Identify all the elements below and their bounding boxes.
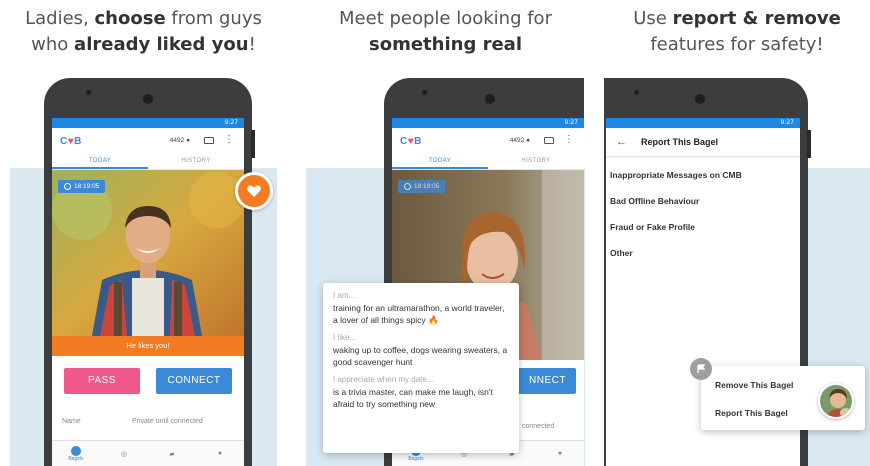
beans-count[interactable]: 4492 ● <box>510 137 530 144</box>
countdown-timer: 18:19:05 <box>398 180 446 193</box>
report-option[interactable]: Bad Offline Behaviour <box>606 188 800 214</box>
more-menu-icon[interactable]: ⋮ <box>564 135 574 145</box>
remove-bagel-option[interactable]: Remove This Bagel <box>715 380 793 390</box>
mail-icon[interactable] <box>204 137 214 144</box>
back-arrow-icon[interactable]: ← <box>616 136 627 148</box>
avatar[interactable] <box>818 383 854 419</box>
speaker <box>485 94 495 104</box>
flag-icon <box>697 364 706 373</box>
speaker <box>695 94 705 104</box>
bio-answer: waking up to coffee, dogs wearing sweate… <box>333 345 508 367</box>
camera <box>634 90 639 95</box>
camera <box>86 90 91 95</box>
status-time: 9:27 <box>224 119 238 126</box>
bio-question: I like... <box>333 333 357 342</box>
more-menu-icon[interactable]: ⋮ <box>224 135 234 145</box>
caption-text: Use <box>633 8 673 29</box>
tab-today[interactable]: TODAY <box>52 154 148 169</box>
speaker <box>143 94 153 104</box>
report-options-list: Inappropriate Messages on CMB Bad Offlin… <box>606 156 800 266</box>
nav-profile-icon[interactable]: ● <box>211 450 229 457</box>
caption-text: Ladies, <box>25 8 95 29</box>
status-time: 9:27 <box>564 119 578 126</box>
report-option[interactable]: Other <box>606 240 800 266</box>
panel2-caption: Meet people looking for something real <box>306 6 585 58</box>
cmb-logo[interactable]: C♥B <box>400 136 422 147</box>
heart-icon <box>247 185 261 197</box>
tab-today[interactable]: TODAY <box>392 154 488 169</box>
pass-button[interactable]: PASS <box>64 368 140 394</box>
nav-profile-icon[interactable]: ● <box>551 450 569 457</box>
bio-question: I appreciate when my date... <box>333 375 434 384</box>
app-bar: C♥B 4492 ● ⋮ <box>392 128 584 154</box>
name-label: Name <box>62 418 81 425</box>
bagel-icon <box>71 445 81 456</box>
nav-bagels[interactable]: Bagels <box>67 445 85 462</box>
like-fab-button[interactable] <box>235 172 273 210</box>
caption-bold: report & remove <box>672 8 841 29</box>
caption-text: who <box>31 34 75 55</box>
report-header: ← Report This Bagel <box>606 128 800 156</box>
clock-icon <box>64 183 71 190</box>
man-photo-illustration <box>52 170 244 336</box>
bio-answer: training for an ultramarathon, a world t… <box>333 303 505 325</box>
status-bar: 9:27 <box>606 118 800 128</box>
tab-bar: TODAY HISTORY <box>52 154 244 170</box>
caption-bold: already liked you <box>74 34 249 55</box>
phone-screen-1: 9:27 C♥B 4492 ● ⋮ TODAY HISTORY 18:19:05… <box>52 118 244 466</box>
bio-answer: is a trivia master, can make me laugh, i… <box>333 387 493 409</box>
tab-bar: TODAY HISTORY <box>392 154 584 170</box>
phone-frame-1: 9:27 C♥B 4492 ● ⋮ TODAY HISTORY 18:19:05… <box>44 78 255 466</box>
bio-question: I am... <box>333 291 356 300</box>
clock-icon <box>404 183 411 190</box>
panel3-caption: Use report & remove features for safety! <box>604 6 870 58</box>
cmb-logo[interactable]: C♥B <box>60 136 82 147</box>
status-bar: 9:27 <box>52 118 244 128</box>
tab-history[interactable]: HISTORY <box>148 154 244 169</box>
flag-button[interactable] <box>690 358 712 380</box>
side-button <box>251 130 255 158</box>
caption-bold: something real <box>369 34 522 55</box>
caption-text: Meet people looking for <box>339 8 552 29</box>
caption-text: from guys <box>165 8 262 29</box>
report-option[interactable]: Inappropriate Messages on CMB <box>606 162 800 188</box>
camera <box>422 90 427 95</box>
status-time: 9:27 <box>780 119 794 126</box>
report-title: Report This Bagel <box>641 137 719 147</box>
panel1-caption: Ladies, choose from guys who already lik… <box>10 6 277 58</box>
report-option[interactable]: Fraud or Fake Profile <box>606 214 800 240</box>
caption-text: ! <box>248 34 256 55</box>
caption-bold: choose <box>94 8 166 29</box>
connect-button[interactable]: CONNECT <box>156 368 232 394</box>
he-likes-you-banner: He likes you! <box>52 336 244 356</box>
profile-photo-man[interactable]: 18:19:05 <box>52 170 244 336</box>
tab-history[interactable]: HISTORY <box>488 154 584 169</box>
countdown-timer: 18:19:05 <box>58 180 106 193</box>
status-bar: 9:27 <box>392 118 584 128</box>
report-bagel-option[interactable]: Report This Bagel <box>715 408 788 418</box>
nav-discover-icon[interactable]: ◎ <box>115 450 133 458</box>
nav-chat-icon[interactable]: ▰ <box>163 450 181 458</box>
side-button <box>807 130 811 158</box>
caption-text: features for safety! <box>650 34 824 55</box>
app-bar: C♥B 4492 ● ⋮ <box>52 128 244 154</box>
bio-card: I am... training for an ultramarathon, a… <box>323 283 519 453</box>
mail-icon[interactable] <box>544 137 554 144</box>
beans-count[interactable]: 4492 ● <box>170 137 190 144</box>
bottom-nav: Bagels ◎ ▰ ● <box>52 440 244 466</box>
name-value: Private until connected <box>132 418 203 425</box>
